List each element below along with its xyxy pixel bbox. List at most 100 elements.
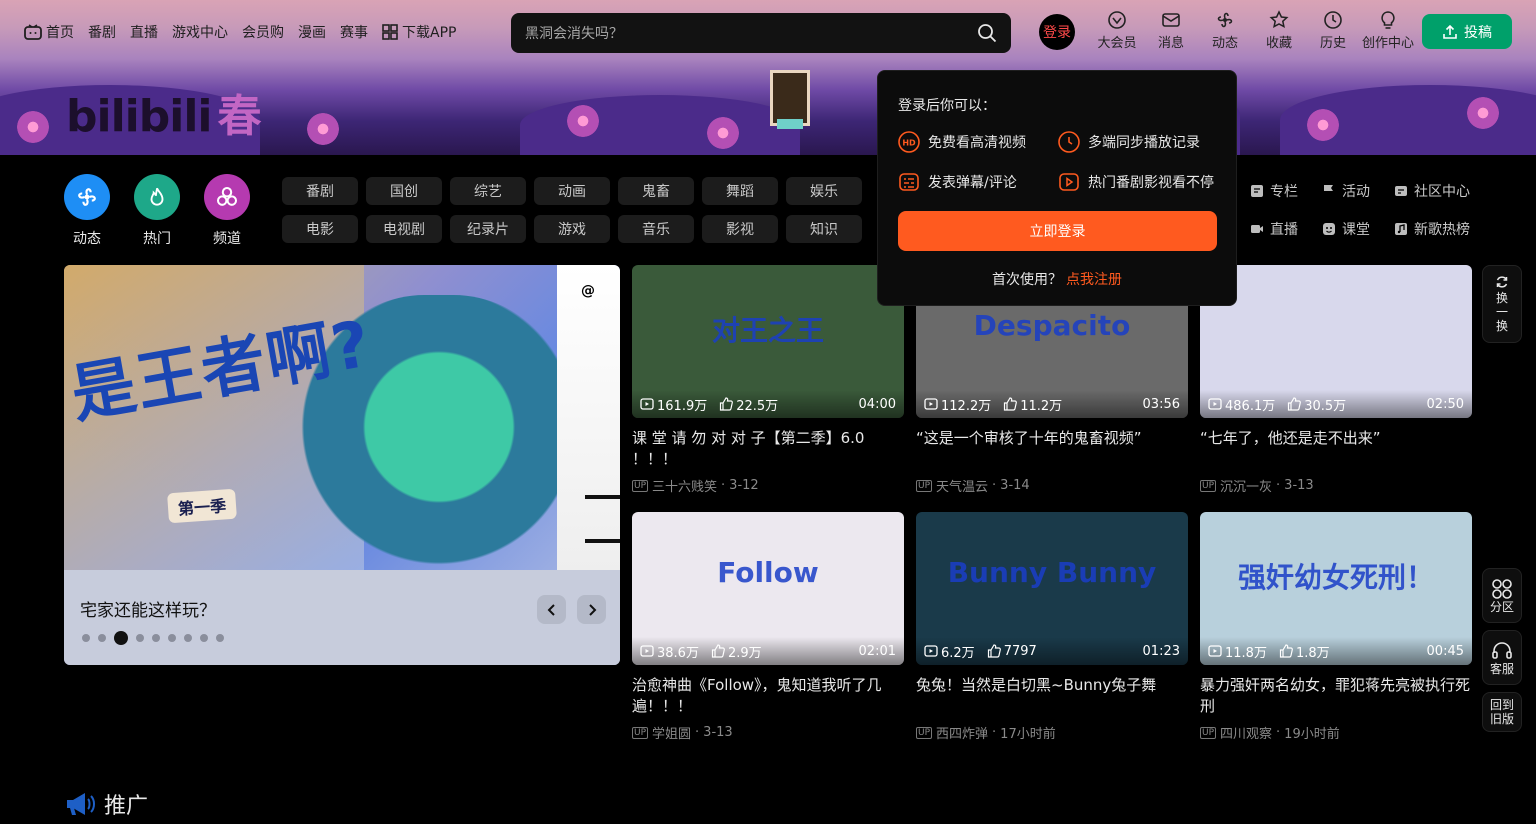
banner-flower [1300,108,1346,142]
quick-channel-hot[interactable]: 热门 [134,174,180,248]
category-animation[interactable]: 动画 [534,177,610,205]
search-box[interactable]: 黑洞会消失吗？ [511,13,1011,53]
category-guochuang[interactable]: 国创 [366,177,442,205]
link-classroom[interactable]: 课堂 [1322,215,1394,243]
category-anime[interactable]: 番剧 [282,177,358,205]
category-film[interactable]: 影视 [702,215,778,243]
nav-manga[interactable]: 漫画 [298,22,326,42]
video-meta[interactable]: UP 学姐圆 · 3-13 [632,723,904,742]
category-movie[interactable]: 电影 [282,215,358,243]
nav-vip[interactable]: 大会员 [1090,10,1144,51]
nav-anime[interactable]: 番剧 [88,22,116,42]
video-meta[interactable]: UP 四川观察 · 19小时前 [1200,723,1472,742]
banner-flower [300,112,346,146]
link-article[interactable]: 专栏 [1250,177,1322,205]
category-kichiku[interactable]: 鬼畜 [618,177,694,205]
video-title[interactable]: “这是一个审核了十年的鬼畜视频” [916,428,1188,470]
search-input[interactable]: 黑洞会消失吗？ [525,23,977,43]
video-date: 3-12 [729,478,759,493]
video-meta[interactable]: UP 沉沉一灰 · 3-13 [1200,476,1472,495]
video-thumbnail[interactable]: Bunny Bunny 6.2万 7797 01:23 [916,512,1188,665]
category-tv-series[interactable]: 电视剧 [366,215,442,243]
video-title[interactable]: 暴力强奸两名幼女，罪犯蒋先亮被执行死刑 [1200,675,1472,717]
nav-history[interactable]: 历史 [1306,10,1360,51]
video-title[interactable]: 治愈神曲《Follow》，鬼知道我听了几遍！！！ [632,675,904,717]
zone-button[interactable]: 分区 [1482,568,1522,623]
category-documentary[interactable]: 纪录片 [450,215,526,243]
carousel-dot[interactable] [136,634,144,642]
refresh-button[interactable]: 换一换 [1482,265,1522,343]
link-community[interactable]: 社区中心 [1394,177,1504,205]
benefit-danmaku: 发表弹幕/评论 [898,171,1058,193]
video-meta[interactable]: UP 天气温云 · 3-14 [916,476,1188,495]
video-card[interactable]: 对王之王 161.9万 22.5万 04:00 课 堂 请 勿 对 对 子【第二季】6.… [632,265,904,495]
category-music[interactable]: 音乐 [618,215,694,243]
video-title[interactable]: 课 堂 请 勿 对 对 子【第二季】6.0 ！！！ [632,428,904,470]
video-meta[interactable]: UP 西四炸弹 · 17小时前 [916,723,1188,742]
nav-favorites[interactable]: 收藏 [1252,10,1306,51]
category-dance[interactable]: 舞蹈 [702,177,778,205]
video-title[interactable]: “七年了，他还是走不出来” [1200,428,1472,470]
carousel-prev-button[interactable] [537,595,566,624]
video-thumbnail[interactable]: Follow 38.6万 2.9万 02:01 [632,512,904,665]
nav-messages[interactable]: 消息 [1144,10,1198,51]
video-card[interactable]: 强奸幼女死刑！ 11.8万 1.8万 00:45 暴力强奸两名幼女，罪犯蒋先亮被执行死刑… [1200,512,1472,742]
search-icon[interactable] [977,23,997,43]
nav-dynamic[interactable]: 动态 [1198,10,1252,51]
nav-esports[interactable]: 赛事 [340,22,368,42]
hero-carousel[interactable]: 是王者啊? 第一季 宅家还能这样玩？ [64,265,620,665]
view-count: 11.8万 [1208,642,1267,661]
nav-game-center[interactable]: 游戏中心 [172,22,228,42]
like-icon [711,644,725,658]
link-activity[interactable]: 活动 [1322,177,1394,205]
video-thumbnail[interactable]: 强奸幼女死刑！ 11.8万 1.8万 00:45 [1200,512,1472,665]
view-count: 6.2万 [924,642,975,661]
customer-service-button[interactable]: 客服 [1482,630,1522,685]
upload-button[interactable]: 投稿 [1422,14,1512,49]
nav-creator-center[interactable]: 创作中心 [1360,10,1416,51]
category-variety[interactable]: 综艺 [450,177,526,205]
nav-download-app[interactable]: 下载APP [382,22,456,42]
category-game[interactable]: 游戏 [534,215,610,243]
carousel-next-button[interactable] [577,595,606,624]
old-version-button[interactable]: 回到旧版 [1482,692,1522,732]
login-avatar-button[interactable]: 登录 [1039,14,1075,50]
carousel-dot[interactable] [82,634,90,642]
like-count: 30.5万 [1287,395,1346,414]
carousel-title[interactable]: 宅家还能这样玩？ [80,596,216,621]
nav-live[interactable]: 直播 [130,22,158,42]
video-thumbnail[interactable]: 486.1万 30.5万 02:50 [1200,265,1472,418]
nav-home[interactable]: 首页 [24,22,74,42]
carousel-dot[interactable] [152,634,160,642]
meta-separator: · [1276,478,1281,493]
category-knowledge[interactable]: 知识 [786,215,862,243]
category-entertainment[interactable]: 娱乐 [786,177,862,205]
login-now-button[interactable]: 立即登录 [898,211,1217,251]
carousel-dot[interactable] [114,631,128,645]
link-new-songs[interactable]: 新歌热榜 [1394,215,1504,243]
video-card[interactable]: 486.1万 30.5万 02:50 “七年了，他还是走不出来” UP 沉沉一灰 · 3-13 [1200,265,1472,495]
quick-channel-dynamic[interactable]: 动态 [64,174,110,248]
video-card[interactable]: Follow 38.6万 2.9万 02:01 治愈神曲《Follow》，鬼知道我听了几… [632,512,904,742]
nav-mall[interactable]: 会员购 [242,22,284,42]
meta-separator: · [1276,725,1281,740]
video-duration: 03:56 [1142,396,1180,412]
video-title[interactable]: 兔兔！当然是白切黑~Bunny兔子舞 [916,675,1188,717]
link-live[interactable]: 直播 [1250,215,1322,243]
quick-channel-channels[interactable]: 频道 [204,174,250,248]
video-meta[interactable]: UP 三十六贱笑 · 3-12 [632,476,904,495]
carousel-dot[interactable] [184,634,192,642]
carousel-dot[interactable] [168,634,176,642]
like-count: 22.5万 [719,395,778,414]
video-card[interactable]: Bunny Bunny 6.2万 7797 01:23 兔兔！当然是白切黑~Bunny兔… [916,512,1188,742]
carousel-dot[interactable] [200,634,208,642]
benefit-sync-label: 多端同步播放记录 [1088,135,1200,151]
fan-icon [1217,12,1233,28]
flag-icon [1324,185,1333,197]
bilibili-logo[interactable]: bilibili 春 [66,80,261,144]
carousel-dot[interactable] [216,634,224,642]
register-link[interactable]: 点我注册 [1066,272,1122,288]
video-thumbnail[interactable]: 对王之王 161.9万 22.5万 04:00 [632,265,904,418]
like-icon [1004,397,1018,411]
carousel-dot[interactable] [98,634,106,642]
